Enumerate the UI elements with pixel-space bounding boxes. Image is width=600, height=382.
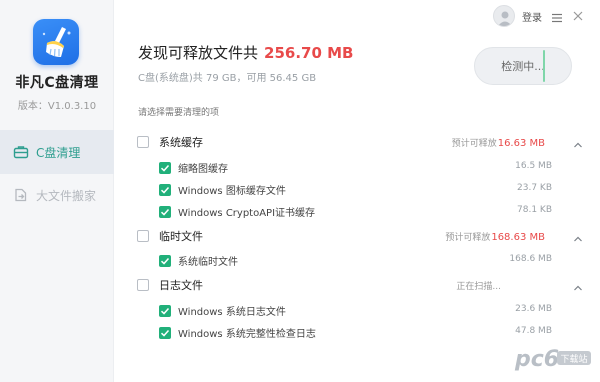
releasable-size: 256.70 MB [264,44,354,62]
title-bar: 登录 [114,0,600,32]
sidebar: 非凡C盘清理 版本：V1.0.3.10 C盘清理 大文件搬家 [0,0,114,382]
svg-text:pc6: pc6 [514,347,559,372]
user-avatar-icon[interactable] [493,5,515,27]
list-item: Windows 系统完整性检查日志 47.8 MB [159,324,559,342]
list-item: Windows CryptoAPI证书缓存 78.1 KB [159,203,559,221]
file-move-icon [12,186,30,204]
detect-button[interactable]: 检测中... [474,47,572,85]
estimate-value: 16.63 MB [497,138,545,149]
sidebar-item-label: C盘清理 [36,145,81,160]
progress-indicator [543,50,545,82]
svg-text:下载站: 下载站 [560,353,587,365]
list-item: Windows 系统日志文件 23.6 MB [159,302,559,320]
item-label: Windows 图标缓存文件 [178,186,286,197]
estimate-prefix: 预计可释放 [451,139,497,149]
app-logo-icon [33,19,79,65]
item-label: Windows 系统完整性检查日志 [178,329,316,340]
menu-icon[interactable] [551,9,563,23]
item-checkbox[interactable] [159,162,171,174]
item-label: Windows 系统日志文件 [178,307,286,318]
estimate-prefix: 预计可释放 [445,233,491,243]
item-label: 缩略图缓存 [178,164,228,175]
app-version: 版本：V1.0.3.10 [17,101,97,112]
page-title: 发现可释放文件共 256.70 MB [138,42,353,63]
sidebar-item-large-file-move[interactable]: 大文件搬家 [0,173,114,217]
item-checkbox[interactable] [159,305,171,317]
item-checkbox[interactable] [159,327,171,339]
item-checkbox[interactable] [159,206,171,218]
disk-info: C盘(系统盘)共 79 GB，可用 56.45 GB [138,73,317,84]
group-checkbox[interactable] [137,230,149,242]
group-estimate: 预计可释放168.63 MB [445,230,545,243]
sidebar-item-label: 大文件搬家 [36,188,97,203]
select-tip: 请选择需要清理的项 [138,108,220,118]
chevron-up-icon[interactable] [572,136,584,148]
group-estimate: 预计可释放16.63 MB [452,136,545,149]
title-prefix: 发现可释放文件共 [138,44,259,62]
item-checkbox[interactable] [159,255,171,267]
list-item: 缩略图缓存 16.5 MB [159,159,559,177]
item-size: 78.1 KB [517,205,552,215]
item-size: 16.5 MB [515,161,552,171]
watermark-logo: pc6 下载站 [513,342,593,376]
item-size: 168.6 MB [509,254,552,264]
item-size: 23.7 KB [517,183,552,193]
login-link[interactable]: 登录 [522,9,542,24]
group-checkbox[interactable] [137,136,149,148]
group-label: 日志文件 [159,279,203,292]
sidebar-item-c-drive-clean[interactable]: C盘清理 [0,130,114,174]
item-size: 23.6 MB [515,304,552,314]
item-label: 系统临时文件 [178,257,238,268]
group-row-system-cache: 系统缓存 预计可释放16.63 MB [137,133,587,153]
toolbox-icon [12,143,30,161]
scan-status: 正在扫描... [456,282,501,292]
close-icon[interactable] [571,8,585,22]
list-item: 系统临时文件 168.6 MB [159,252,559,270]
app-name: 非凡C盘清理 [15,75,99,91]
group-label: 系统缓存 [159,136,203,149]
chevron-up-icon[interactable] [572,279,584,291]
item-checkbox[interactable] [159,184,171,196]
group-label: 临时文件 [159,230,203,243]
group-row-temp-files: 临时文件 预计可释放168.63 MB [137,227,587,247]
chevron-up-icon[interactable] [572,230,584,242]
group-checkbox[interactable] [137,279,149,291]
detect-button-label: 检测中... [501,60,545,73]
list-item: Windows 图标缓存文件 23.7 KB [159,181,559,199]
item-size: 47.8 MB [515,326,552,336]
item-label: Windows CryptoAPI证书缓存 [178,208,316,219]
group-row-log-files: 日志文件 正在扫描... [137,276,587,296]
estimate-value: 168.63 MB [491,232,545,243]
